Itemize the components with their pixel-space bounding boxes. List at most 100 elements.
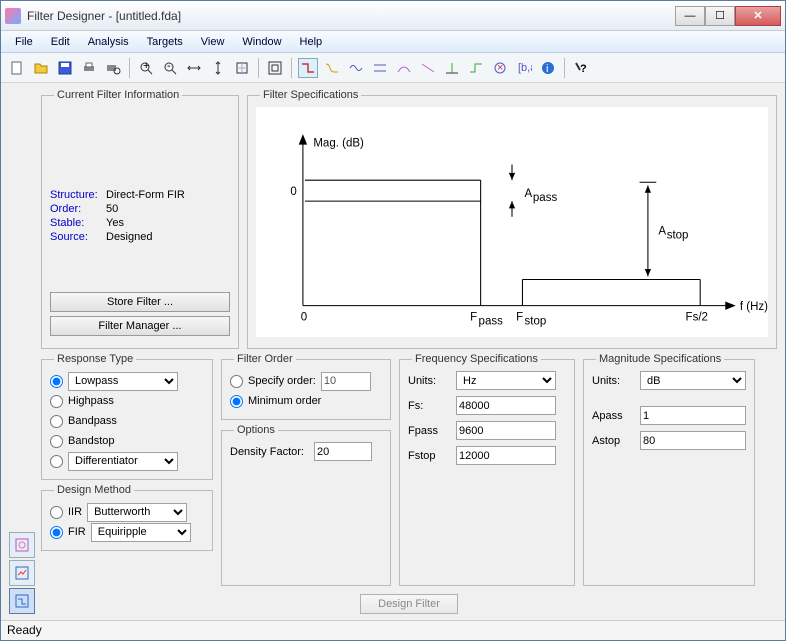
astop-input[interactable]: [640, 431, 746, 450]
context-help-icon[interactable]: ?: [571, 58, 591, 78]
fir-select[interactable]: Equiripple: [91, 523, 191, 542]
fpass-label: Fpass: [408, 425, 450, 437]
zoom-y-icon[interactable]: [208, 58, 228, 78]
store-filter-button[interactable]: Store Filter ...: [50, 292, 230, 312]
menu-window[interactable]: Window: [234, 34, 289, 50]
freq-units-select[interactable]: Hz: [456, 371, 556, 390]
cfi-legend: Current Filter Information: [54, 89, 182, 101]
design-method-group: Design Method IIRButterworth FIREquiripp…: [41, 484, 213, 551]
spec-graph: Mag. (dB) f (Hz) 0: [256, 107, 768, 337]
title-bar[interactable]: Filter Designer - [untitled.fda] — ☐ ✕: [1, 1, 785, 31]
order-value: 50: [106, 203, 118, 215]
pole-zero-icon[interactable]: ×: [490, 58, 510, 78]
design-filter-button[interactable]: Design Filter: [360, 594, 458, 614]
iir-select[interactable]: Butterworth: [87, 503, 187, 522]
sidebar-btn-1[interactable]: [9, 532, 35, 558]
order-label: Order:: [50, 203, 106, 215]
lowpass-select[interactable]: Lowpass: [68, 372, 178, 391]
status-bar: Ready: [1, 620, 785, 640]
bandpass-radio[interactable]: Bandpass: [50, 411, 204, 431]
new-icon[interactable]: [7, 58, 27, 78]
mag-units-label: Units:: [592, 375, 634, 387]
sidebar-btn-2[interactable]: [9, 560, 35, 586]
source-label: Source:: [50, 231, 106, 243]
step-icon[interactable]: [466, 58, 486, 78]
diff-radio[interactable]: Differentiator: [50, 451, 204, 471]
mag-units-select[interactable]: dB: [640, 371, 746, 390]
mag-spec-group: Magnitude Specifications Units:dB Apass …: [583, 353, 755, 586]
restore-view-icon[interactable]: [232, 58, 252, 78]
lowpass-radio[interactable]: Lowpass: [50, 371, 204, 391]
menu-help[interactable]: Help: [292, 34, 331, 50]
app-icon: [5, 8, 21, 24]
fstop-input[interactable]: [456, 446, 556, 465]
menu-bar: File Edit Analysis Targets View Window H…: [1, 31, 785, 53]
maximize-button[interactable]: ☐: [705, 6, 735, 26]
bandstop-radio[interactable]: Bandstop: [50, 431, 204, 451]
print-icon[interactable]: [79, 58, 99, 78]
close-button[interactable]: ✕: [735, 6, 781, 26]
zero-tick: 0: [290, 186, 296, 198]
menu-analysis[interactable]: Analysis: [80, 34, 137, 50]
xlabel: f (Hz): [740, 301, 768, 313]
svg-text:-: -: [167, 60, 171, 72]
specify-order-input[interactable]: [321, 372, 371, 391]
filter-spec-group: Filter Specifications Mag. (dB) f (Hz): [247, 89, 777, 349]
svg-text:A: A: [525, 188, 533, 200]
density-label: Density Factor:: [230, 446, 308, 458]
fir-radio[interactable]: FIREquiripple: [50, 522, 204, 542]
save-icon[interactable]: [55, 58, 75, 78]
minimize-button[interactable]: —: [675, 6, 705, 26]
menu-view[interactable]: View: [193, 34, 233, 50]
resp-legend: Response Type: [54, 353, 136, 365]
phase-delay-icon[interactable]: [418, 58, 438, 78]
apass-label: Apass: [592, 410, 634, 422]
fs-label: Fs:: [408, 400, 450, 412]
left-tool-column: [9, 89, 37, 618]
fs-input[interactable]: [456, 396, 556, 415]
print-preview-icon[interactable]: [103, 58, 123, 78]
iir-radio[interactable]: IIRButterworth: [50, 502, 204, 522]
group-delay-icon[interactable]: [394, 58, 414, 78]
magnitude-icon[interactable]: [322, 58, 342, 78]
apass-input[interactable]: [640, 406, 746, 425]
filter-manager-button[interactable]: Filter Manager ...: [50, 316, 230, 336]
structure-label: Structure:: [50, 189, 106, 201]
options-legend: Options: [234, 424, 278, 436]
highpass-radio[interactable]: Highpass: [50, 391, 204, 411]
svg-text:stop: stop: [525, 315, 547, 327]
open-icon[interactable]: [31, 58, 51, 78]
menu-targets[interactable]: Targets: [139, 34, 191, 50]
filter-spec-icon[interactable]: [298, 58, 318, 78]
svg-text:A: A: [658, 226, 666, 238]
ylabel: Mag. (dB): [313, 138, 364, 150]
svg-text:+: +: [143, 60, 149, 72]
min-order-radio[interactable]: Minimum order: [230, 391, 382, 411]
zoom-in-icon[interactable]: +: [136, 58, 156, 78]
fpass-input[interactable]: [456, 421, 556, 440]
impulse-icon[interactable]: [442, 58, 462, 78]
density-input[interactable]: [314, 442, 372, 461]
svg-text:pass: pass: [479, 315, 504, 327]
zoom-x-icon[interactable]: [184, 58, 204, 78]
diff-select[interactable]: Differentiator: [68, 452, 178, 471]
info-icon[interactable]: i: [538, 58, 558, 78]
stable-value: Yes: [106, 217, 124, 229]
svg-text:?: ?: [580, 63, 587, 75]
svg-text:i: i: [546, 63, 548, 75]
menu-edit[interactable]: Edit: [43, 34, 78, 50]
specify-order-radio[interactable]: Specify order:: [230, 371, 382, 391]
freq-spec-group: Frequency Specifications Units:Hz Fs: Fp…: [399, 353, 575, 586]
fstop-label: Fstop: [408, 450, 450, 462]
svg-text:×: ×: [497, 62, 503, 74]
full-view-icon[interactable]: [265, 58, 285, 78]
menu-file[interactable]: File: [7, 34, 41, 50]
svg-text:F: F: [470, 311, 477, 323]
zoom-out-icon[interactable]: -: [160, 58, 180, 78]
coeff-icon[interactable]: [b,a]: [514, 58, 534, 78]
mag-phase-icon[interactable]: [370, 58, 390, 78]
sidebar-btn-3[interactable]: [9, 588, 35, 614]
app-window: Filter Designer - [untitled.fda] — ☐ ✕ F…: [0, 0, 786, 641]
filter-order-group: Filter Order Specify order: Minimum orde…: [221, 353, 391, 420]
phase-icon[interactable]: [346, 58, 366, 78]
